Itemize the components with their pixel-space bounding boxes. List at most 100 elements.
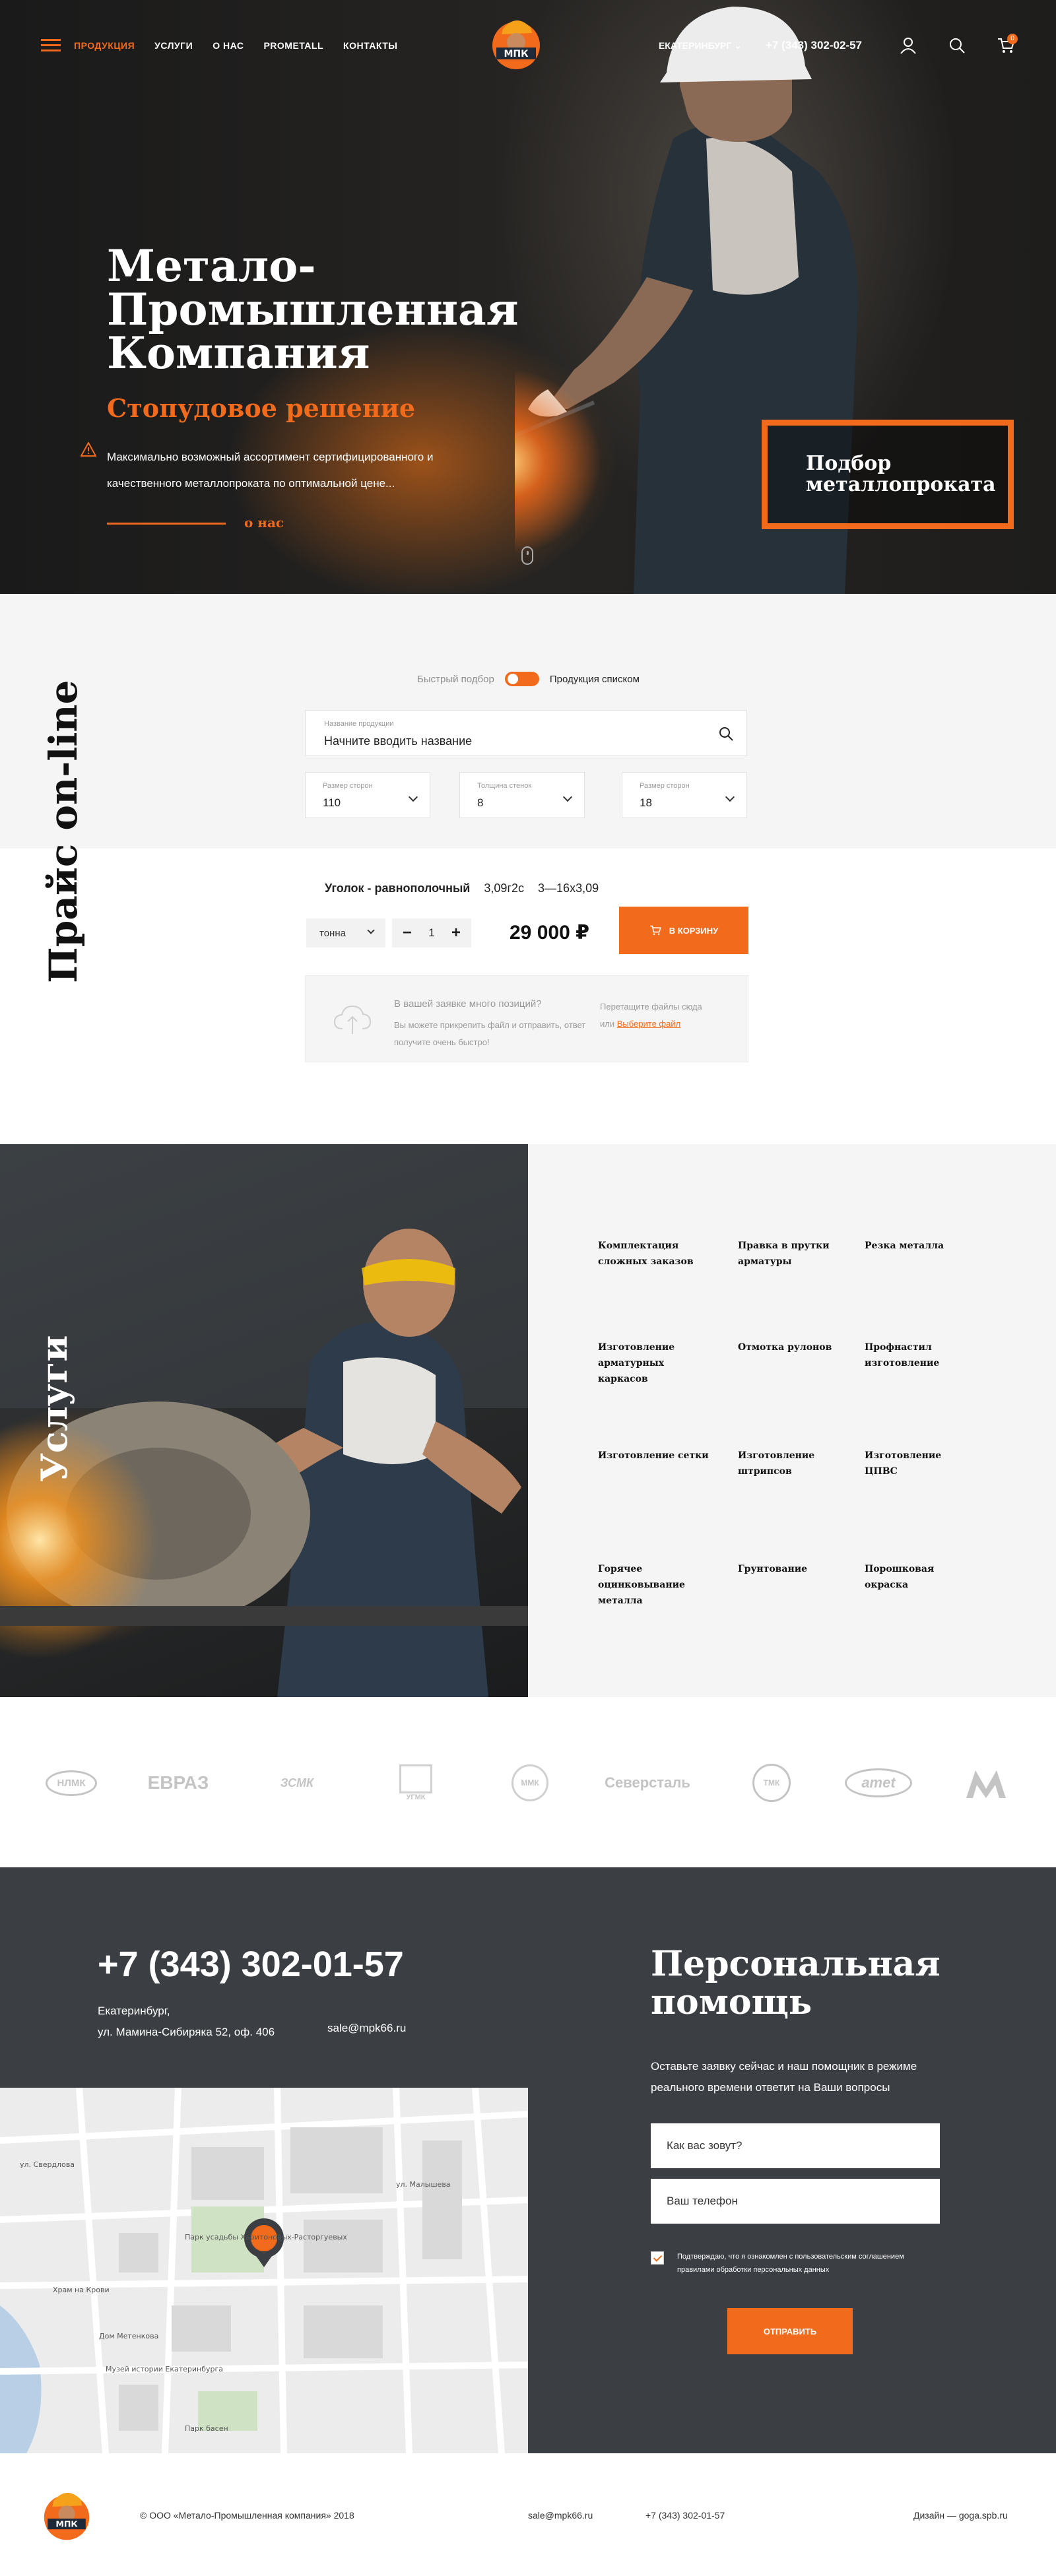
nav-products[interactable]: Продукция bbox=[74, 40, 135, 51]
map-label: Парк басен bbox=[185, 2424, 228, 2433]
select-caption: Толщина стенок bbox=[477, 782, 532, 790]
switch-list-label[interactable]: Продукция списком bbox=[550, 674, 640, 685]
footer-email[interactable]: sale@mpk66.ru bbox=[528, 2510, 593, 2521]
switch-quick-label[interactable]: Быстрый подбор bbox=[417, 674, 494, 685]
partner-name: amet bbox=[845, 1768, 912, 1797]
service-item[interactable]: Резка металла bbox=[865, 1238, 977, 1254]
service-item[interactable]: Профнастил изготовление bbox=[865, 1339, 977, 1371]
product-search-field[interactable]: Название продукции Начните вводить назва… bbox=[305, 710, 747, 756]
service-item[interactable]: Грунтование bbox=[738, 1561, 850, 1577]
partner-name: Северсталь bbox=[605, 1774, 690, 1791]
contact-phone[interactable]: +7 (343) 302-01-57 bbox=[98, 1944, 404, 1985]
partner-logo-amet[interactable]: amet bbox=[836, 1763, 921, 1803]
hero-description: Максимально возможный ассортимент сертиф… bbox=[107, 451, 434, 490]
nav-about[interactable]: О нас bbox=[213, 40, 244, 51]
help-title-line: Персональная bbox=[651, 1944, 940, 1984]
hero-section: Продукция Услуги О нас PROMETALL Контакт… bbox=[0, 0, 1056, 594]
partner-logo-mmk[interactable] bbox=[960, 1763, 1012, 1803]
unit-select[interactable]: тонна bbox=[306, 918, 385, 948]
services-section: Услуги Комплектация сложных заказов Прав… bbox=[0, 1144, 1056, 1697]
search-caption: Название продукции bbox=[324, 720, 394, 728]
metal-picker-button[interactable]: Подбор металлопроката bbox=[762, 420, 1014, 529]
footer-logo[interactable]: МПК bbox=[37, 2482, 96, 2543]
add-to-cart-button[interactable]: В корзину bbox=[619, 907, 748, 954]
upload-drop-hint: Перетащите файлы сюда или Выберите файл bbox=[600, 998, 702, 1033]
footer-phone[interactable]: +7 (343) 302-01-57 bbox=[645, 2510, 725, 2521]
qty-value[interactable]: 1 bbox=[428, 926, 434, 940]
help-title: Персональная помощь bbox=[651, 1945, 940, 2022]
side-size-select[interactable]: Размер сторон 110 bbox=[305, 772, 430, 818]
name-input[interactable] bbox=[651, 2123, 940, 2168]
quantity-stepper: − 1 + bbox=[392, 918, 471, 948]
consent-checkbox[interactable] bbox=[651, 2251, 664, 2265]
send-button[interactable]: Отправить bbox=[727, 2308, 853, 2354]
cart-button-label: В корзину bbox=[669, 925, 719, 936]
product-name: Уголок - равнополочный bbox=[325, 882, 471, 895]
logo-text: МПК bbox=[55, 2519, 78, 2529]
product-grade: 3,09г2с bbox=[484, 882, 525, 895]
service-item[interactable]: Изготовление сетки bbox=[598, 1448, 710, 1464]
city-label: Екатеринбург bbox=[658, 40, 732, 51]
partner-logo-nlmk[interactable]: НЛМК bbox=[38, 1763, 104, 1803]
about-link[interactable]: о нас bbox=[244, 515, 284, 531]
contact-email[interactable]: sale@mpk66.ru bbox=[327, 2022, 406, 2035]
search-icon[interactable] bbox=[948, 36, 966, 55]
service-item[interactable]: Изготовление арматурных каркасов bbox=[598, 1339, 710, 1387]
map-canvas: Парк усадьбы Харитоновых-Расторгуевых Хр… bbox=[0, 2088, 528, 2453]
chevron-down-icon bbox=[725, 792, 735, 802]
contact-address: Екатеринбург, ул. Мамина-Сибиряка 52, оф… bbox=[98, 2001, 275, 2043]
service-item[interactable]: Отмотка рулонов bbox=[738, 1339, 850, 1355]
cart-icon bbox=[650, 925, 661, 936]
partner-logo-tmk[interactable]: ТМК bbox=[748, 1763, 795, 1803]
location-map[interactable]: Парк усадьбы Харитоновых-Расторгуевых Хр… bbox=[0, 2088, 528, 2453]
map-label: ул. Свердлова bbox=[20, 2160, 75, 2169]
nav-contacts[interactable]: Контакты bbox=[343, 40, 397, 51]
wall-thickness-select[interactable]: Толщина стенок 8 bbox=[459, 772, 585, 818]
partner-logo-severstal[interactable]: Северсталь bbox=[598, 1763, 697, 1803]
file-upload-area[interactable]: В вашей заявке много позиций? Вы можете … bbox=[305, 975, 748, 1062]
choose-file-link[interactable]: Выберите файл bbox=[617, 1019, 680, 1029]
chevron-down-icon bbox=[562, 792, 573, 802]
phone-input[interactable] bbox=[651, 2179, 940, 2224]
cart-icon[interactable]: 0 bbox=[997, 34, 1018, 55]
service-item[interactable]: Порошковая окраска bbox=[865, 1561, 977, 1593]
city-selector[interactable]: Екатеринбург ⌄ bbox=[659, 40, 742, 51]
view-toggle[interactable] bbox=[504, 672, 539, 686]
designer-credit[interactable]: Дизайн — goga.spb.ru bbox=[913, 2510, 1008, 2521]
footer: МПК © ООО «Метало-Промышленная компания»… bbox=[0, 2453, 1056, 2576]
header-phone[interactable]: +7 (343) 302-02-57 bbox=[766, 39, 862, 52]
service-item[interactable]: Правка в прутки арматуры bbox=[738, 1238, 850, 1270]
hero-title-line: Компания bbox=[107, 327, 370, 379]
nav-services[interactable]: Услуги bbox=[154, 40, 193, 51]
side-size-select-2[interactable]: Размер сторон 18 bbox=[622, 772, 747, 818]
chevron-down-icon bbox=[367, 926, 375, 934]
partner-logo-evraz[interactable]: ЕВРАЗ bbox=[132, 1763, 224, 1803]
service-item[interactable]: Изготовление штрипсов bbox=[738, 1448, 850, 1479]
search-icon[interactable] bbox=[717, 725, 735, 742]
search-placeholder: Начните вводить название bbox=[324, 734, 473, 748]
partner-name: УГМК bbox=[406, 1793, 426, 1801]
service-item[interactable]: Изготовление ЦПВС bbox=[865, 1448, 977, 1479]
partner-logo-mmk-circle[interactable]: ММК bbox=[507, 1763, 553, 1803]
partner-logo-zsmk[interactable]: ЗСМК bbox=[257, 1763, 337, 1803]
hero-title-line: Промышленная bbox=[107, 284, 519, 335]
map-label: Дом Метенкова bbox=[99, 2332, 158, 2340]
partner-logo-ugmk[interactable]: УГМК bbox=[389, 1763, 442, 1803]
price-online-section: Прайс on-line Быстрый подбор Продукция с… bbox=[0, 594, 1056, 1144]
view-switch: Быстрый подбор Продукция списком bbox=[417, 672, 640, 686]
user-icon[interactable] bbox=[899, 36, 917, 55]
service-item[interactable]: Комплектация сложных заказов bbox=[598, 1238, 710, 1270]
map-label: Парк усадьбы Харитоновых-Расторгуевых bbox=[185, 2233, 347, 2241]
map-label: ул. Малышева bbox=[396, 2180, 451, 2189]
menu-burger-icon[interactable] bbox=[41, 39, 61, 52]
scroll-mouse-icon[interactable] bbox=[521, 546, 533, 565]
qty-minus-button[interactable]: − bbox=[403, 924, 412, 942]
company-logo[interactable]: МПК bbox=[483, 9, 549, 75]
nav-right-group: Екатеринбург ⌄ +7 (343) 302-02-57 0 bbox=[659, 34, 1018, 57]
qty-plus-button[interactable]: + bbox=[451, 924, 461, 942]
select-value: 110 bbox=[323, 796, 341, 809]
service-item[interactable]: Горячее оцинковывание металла bbox=[598, 1561, 710, 1609]
hero-title: Метало- Промышленная Компания bbox=[107, 244, 519, 375]
price-section-title: Прайс on-line bbox=[41, 680, 86, 984]
nav-prometall[interactable]: PROMETALL bbox=[263, 40, 323, 51]
